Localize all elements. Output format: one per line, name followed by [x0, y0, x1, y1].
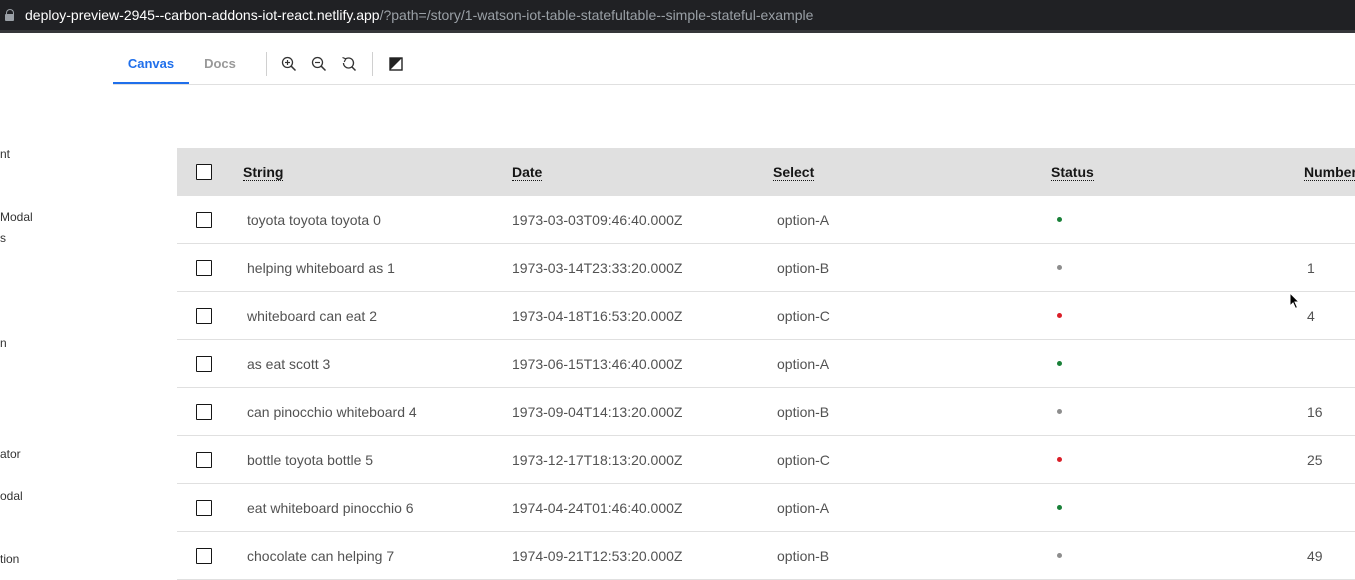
- stateful-table: String Date Select Status Number toyota …: [177, 148, 1355, 580]
- table-row[interactable]: chocolate can helping 7 1974-09-21T12:53:…: [177, 532, 1355, 580]
- table-row[interactable]: helping whiteboard as 1 1973-03-14T23:33:…: [177, 244, 1355, 292]
- column-header-status[interactable]: Status: [1051, 148, 1094, 196]
- column-header-date[interactable]: Date: [512, 148, 543, 196]
- cell-date: 1973-03-03T09:46:40.000Z: [512, 211, 683, 228]
- cell-string: bottle toyota bottle 5: [247, 451, 374, 468]
- url-host: deploy-preview-2945--carbon-addons-iot-r…: [25, 7, 380, 23]
- row-checkbox[interactable]: [196, 308, 212, 324]
- column-header-select[interactable]: Select: [773, 148, 815, 196]
- status-dot-icon: [1057, 361, 1062, 366]
- cell-select: option-A: [777, 211, 830, 228]
- row-checkbox[interactable]: [196, 404, 212, 420]
- cell-select: option-C: [777, 307, 830, 324]
- sidebar-item[interactable]: odal: [0, 489, 23, 503]
- contrast-icon[interactable]: [388, 56, 404, 72]
- lock-icon: [5, 9, 15, 21]
- zoom-in-icon[interactable]: [281, 56, 297, 72]
- cell-number: 49: [1307, 547, 1323, 564]
- storybook-toolbar: Canvas Docs: [113, 44, 1355, 85]
- status-dot-icon: [1057, 313, 1062, 318]
- cell-date: 1973-06-15T13:46:40.000Z: [512, 355, 683, 372]
- cell-select: option-A: [777, 355, 830, 372]
- table-header: String Date Select Status Number: [177, 148, 1355, 196]
- cell-select: option-A: [777, 499, 830, 516]
- row-checkbox[interactable]: [196, 260, 212, 276]
- cell-string: toyota toyota toyota 0: [247, 211, 381, 228]
- status-dot-icon: [1057, 265, 1062, 270]
- cell-select: option-B: [777, 547, 830, 564]
- urlbar-divider: [0, 30, 1355, 33]
- cell-string: chocolate can helping 7: [247, 547, 395, 564]
- table-row[interactable]: bottle toyota bottle 5 1973-12-17T18:13:2…: [177, 436, 1355, 484]
- address-bar[interactable]: deploy-preview-2945--carbon-addons-iot-r…: [0, 0, 1355, 30]
- cell-select: option-B: [777, 259, 830, 276]
- cell-string: eat whiteboard pinocchio 6: [247, 499, 414, 516]
- table-row[interactable]: can pinocchio whiteboard 4 1973-09-04T14:…: [177, 388, 1355, 436]
- row-checkbox[interactable]: [196, 548, 212, 564]
- column-header-number[interactable]: Number: [1304, 148, 1355, 196]
- cell-string: whiteboard can eat 2: [247, 307, 377, 324]
- cell-status: [1057, 388, 1062, 435]
- cell-number: 4: [1307, 307, 1315, 324]
- cell-number: 25: [1307, 451, 1323, 468]
- sidebar-item[interactable]: tion: [0, 552, 19, 566]
- cell-status: [1057, 244, 1062, 291]
- cell-status: [1057, 484, 1062, 531]
- sidebar-item[interactable]: ator: [0, 447, 21, 461]
- cell-string: can pinocchio whiteboard 4: [247, 403, 417, 420]
- cell-status: [1057, 196, 1062, 243]
- toolbar-divider: [372, 52, 373, 76]
- sidebar-item[interactable]: n: [0, 336, 7, 350]
- table-body: toyota toyota toyota 0 1973-03-03T09:46:4…: [177, 196, 1355, 580]
- cell-select: option-C: [777, 451, 830, 468]
- cell-number: 16: [1307, 403, 1323, 420]
- cell-status: [1057, 436, 1062, 483]
- sidebar-item[interactable]: Modal: [0, 210, 33, 224]
- cell-date: 1973-12-17T18:13:20.000Z: [512, 451, 683, 468]
- sidebar-item[interactable]: s: [0, 231, 6, 245]
- table-row[interactable]: toyota toyota toyota 0 1973-03-03T09:46:4…: [177, 196, 1355, 244]
- cell-status: [1057, 532, 1062, 579]
- sidebar-item[interactable]: nt: [0, 147, 10, 161]
- cell-status: [1057, 292, 1062, 339]
- cell-date: 1974-09-21T12:53:20.000Z: [512, 547, 683, 564]
- status-dot-icon: [1057, 217, 1062, 222]
- row-checkbox[interactable]: [196, 500, 212, 516]
- zoom-out-icon[interactable]: [311, 56, 327, 72]
- tab-docs[interactable]: Docs: [189, 44, 251, 82]
- select-all-checkbox[interactable]: [196, 164, 212, 180]
- table-row[interactable]: whiteboard can eat 2 1973-04-18T16:53:20.…: [177, 292, 1355, 340]
- table-row[interactable]: eat whiteboard pinocchio 6 1974-04-24T01:…: [177, 484, 1355, 532]
- status-dot-icon: [1057, 457, 1062, 462]
- row-checkbox[interactable]: [196, 212, 212, 228]
- cell-date: 1974-04-24T01:46:40.000Z: [512, 499, 683, 516]
- table-row[interactable]: as eat scott 3 1973-06-15T13:46:40.000Z op…: [177, 340, 1355, 388]
- row-checkbox[interactable]: [196, 356, 212, 372]
- mouse-cursor-icon: [1289, 292, 1301, 310]
- status-dot-icon: [1057, 409, 1062, 414]
- cell-status: [1057, 340, 1062, 387]
- status-dot-icon: [1057, 553, 1062, 558]
- status-dot-icon: [1057, 505, 1062, 510]
- url-path: /?path=/story/1-watson-iot-table-statefu…: [379, 7, 814, 23]
- cell-string: helping whiteboard as 1: [247, 259, 395, 276]
- zoom-reset-icon[interactable]: [341, 56, 357, 72]
- cell-date: 1973-04-18T16:53:20.000Z: [512, 307, 683, 324]
- cell-string: as eat scott 3: [247, 355, 331, 372]
- cell-date: 1973-03-14T23:33:20.000Z: [512, 259, 683, 276]
- toolbar-divider: [266, 52, 267, 76]
- cell-select: option-B: [777, 403, 830, 420]
- column-header-string[interactable]: String: [243, 148, 284, 196]
- row-checkbox[interactable]: [196, 452, 212, 468]
- cell-date: 1973-09-04T14:13:20.000Z: [512, 403, 683, 420]
- cell-number: 1: [1307, 259, 1315, 276]
- tab-canvas[interactable]: Canvas: [113, 44, 189, 84]
